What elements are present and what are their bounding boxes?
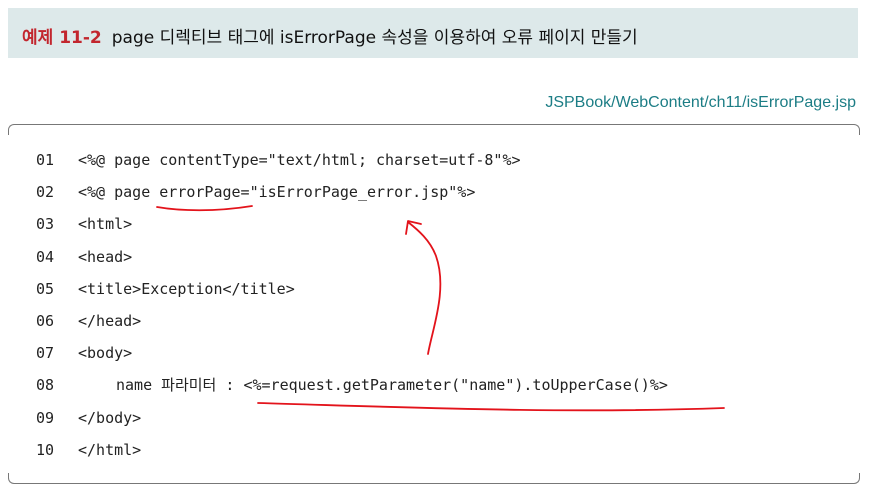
underline-error-page (156, 205, 253, 212)
arrow-line (407, 221, 442, 355)
handwritten-annotations (156, 205, 725, 412)
underline-expression (257, 402, 725, 412)
